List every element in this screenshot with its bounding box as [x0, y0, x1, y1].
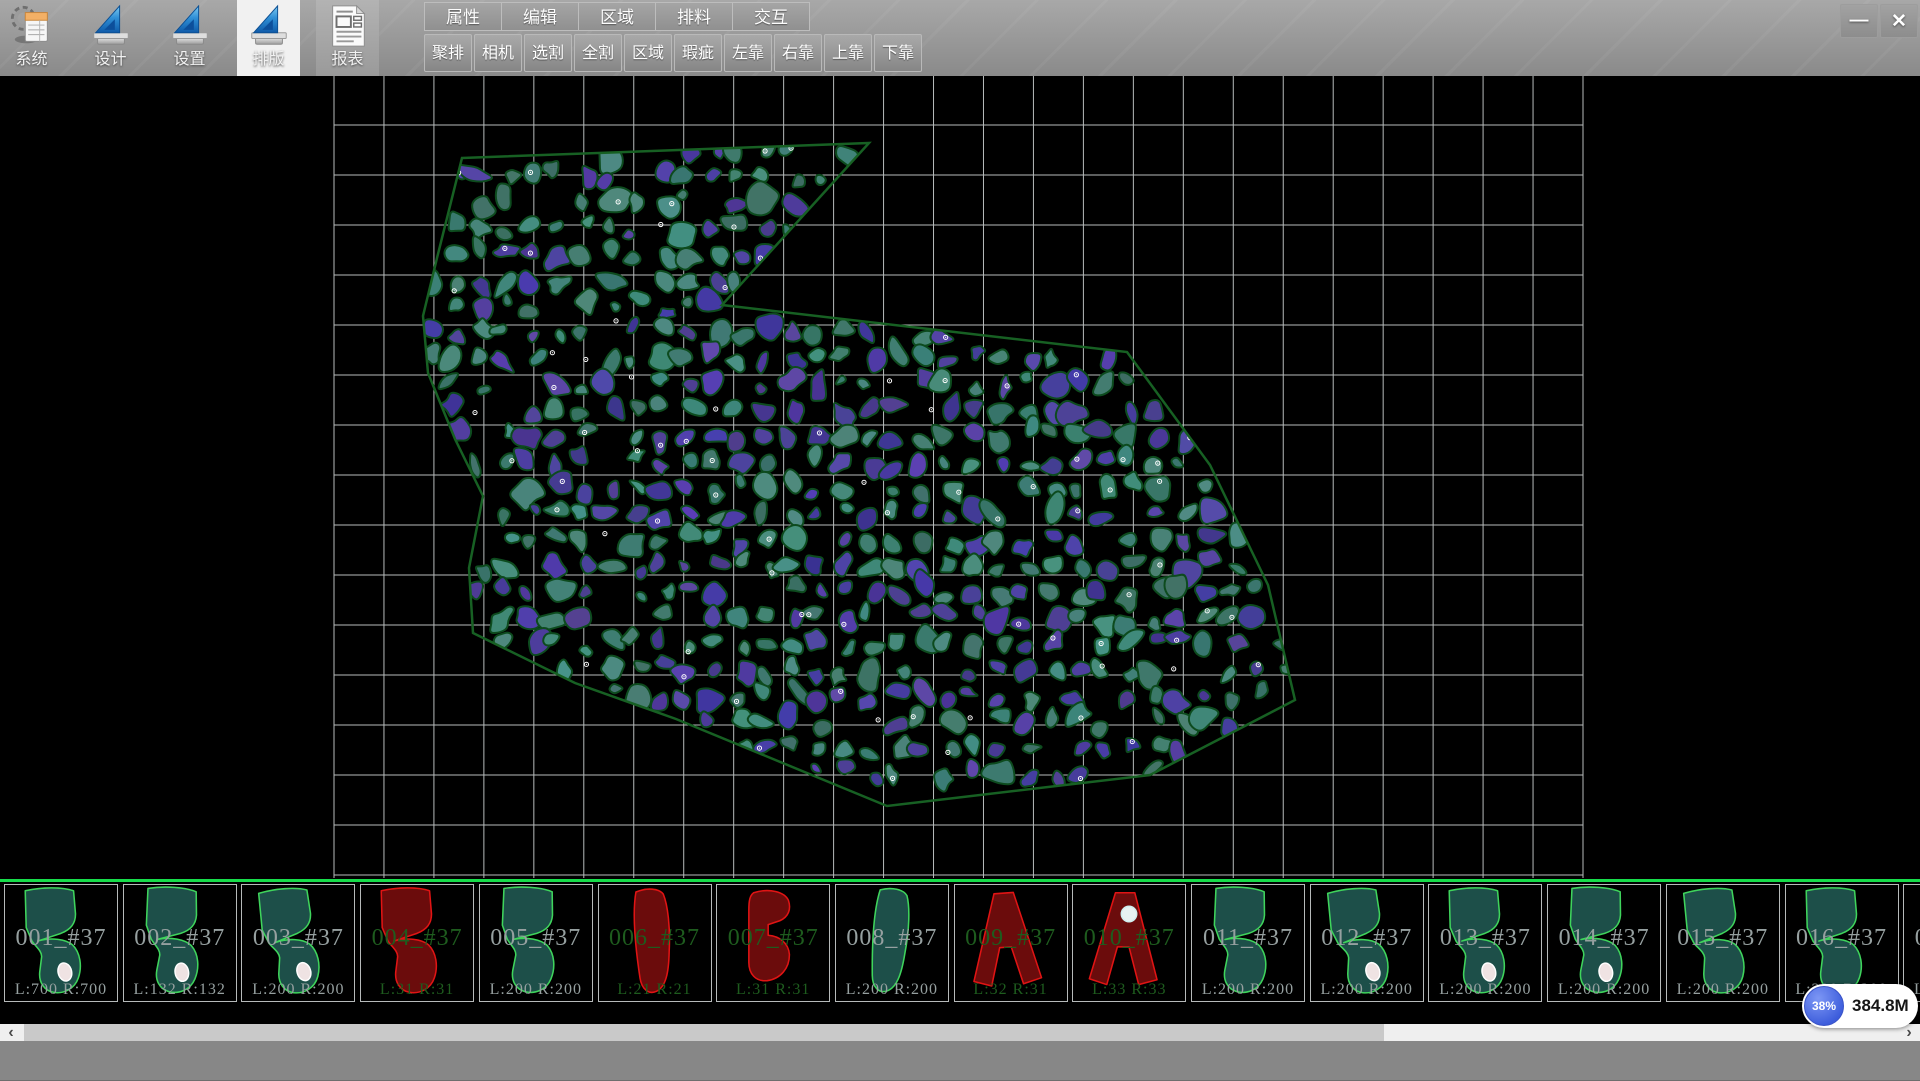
piece-lr-count: L:31 R:31 [717, 981, 829, 999]
horizontal-scrollbar[interactable]: ‹ › [0, 1024, 1920, 1041]
piece-lr-count: L:200 R:200 [480, 981, 592, 999]
piece-id: 016_#37 [1786, 925, 1898, 952]
scrollbar-thumb[interactable] [24, 1024, 1384, 1041]
set-square-icon [246, 3, 292, 49]
piece-lr-count: L:33 R:33 [1073, 981, 1185, 999]
piece-id: 012_#37 [1311, 925, 1423, 952]
piece-id: 015_#37 [1667, 925, 1779, 952]
toolbar: 系统 设计 设置 排版 报表 属性编辑区域排料交互 聚排相机选割全 [0, 0, 1920, 77]
tool-button-8[interactable]: 右靠 [774, 34, 822, 72]
piece-id: 003_#37 [242, 925, 354, 952]
piece-tile-002_#37[interactable]: 002_#37 L:132 R:132 [123, 884, 237, 1002]
app-tab-label: 设置 [173, 49, 205, 71]
tool-button-7[interactable]: 左靠 [724, 34, 772, 72]
app-tab-2[interactable]: 设计 [79, 0, 142, 76]
piece-lr-count: L:200 R:200 [242, 981, 354, 999]
app-tab-label: 设计 [94, 49, 126, 71]
piece-lr-count: L:31 R:31 [361, 981, 473, 999]
piece-id: 014_#37 [1548, 925, 1660, 952]
piece-tile-010_#37[interactable]: 010_#37 L:33 R:33 [1072, 884, 1186, 1002]
piece-id: 005_#37 [480, 925, 592, 952]
tool-button-1[interactable]: 聚排 [424, 34, 472, 72]
piece-tile-001_#37[interactable]: 001_#37 L:700 R:700 [4, 884, 118, 1002]
tool-bar: 聚排相机选割全割区域瑕疵左靠右靠上靠下靠 [424, 34, 924, 72]
gear-doc-icon [9, 3, 55, 49]
piece-tile-014_#37[interactable]: 014_#37 L:200 R:200 [1547, 884, 1661, 1002]
tool-button-5[interactable]: 区域 [624, 34, 672, 72]
piece-id: 007_#37 [717, 925, 829, 952]
close-button[interactable]: ✕ [1880, 4, 1918, 38]
app-tab-label: 系统 [15, 49, 47, 71]
piece-tile-012_#37[interactable]: 012_#37 L:200 R:200 [1310, 884, 1424, 1002]
piece-id: 004_#37 [361, 925, 473, 952]
piece-tile-017_#37[interactable]: 017_#37 L:200 R:200 [1903, 884, 1920, 1002]
piece-lr-count: L:32 R:31 [955, 981, 1067, 999]
piece-tile-003_#37[interactable]: 003_#37 L:200 R:200 [241, 884, 355, 1002]
piece-tile-004_#37[interactable]: 004_#37 L:31 R:31 [360, 884, 474, 1002]
piece-id: 017_#37 [1904, 925, 1920, 952]
piece-lr-count: L:132 R:132 [124, 981, 236, 999]
set-square-icon [88, 3, 134, 49]
app-tab-4[interactable]: 排版 [237, 0, 300, 76]
tool-button-9[interactable]: 上靠 [824, 34, 872, 72]
set-square-icon [167, 3, 213, 49]
piece-tile-007_#37[interactable]: 007_#37 L:31 R:31 [716, 884, 830, 1002]
app-tab-label: 排版 [252, 49, 284, 71]
menu-tab-3[interactable]: 区域 [578, 2, 656, 31]
status-bar [0, 1041, 1920, 1081]
minimize-button[interactable]: — [1840, 4, 1878, 38]
piece-id: 010_#37 [1073, 925, 1185, 952]
usage-percent-badge: 38% [1804, 986, 1844, 1026]
piece-tile-005_#37[interactable]: 005_#37 L:200 R:200 [479, 884, 593, 1002]
scroll-left-icon[interactable]: ‹ [0, 1024, 22, 1041]
piece-tile-008_#37[interactable]: 008_#37 L:200 R:200 [835, 884, 949, 1002]
app-nav: 系统 设计 设置 排版 报表 [0, 0, 395, 76]
piece-tile-015_#37[interactable]: 015_#37 L:200 R:200 [1666, 884, 1780, 1002]
piece-id: 006_#37 [599, 925, 711, 952]
memory-value: 384.8M [1852, 996, 1909, 1016]
app-tab-1[interactable]: 系统 [0, 0, 63, 76]
menu-tab-4[interactable]: 排料 [655, 2, 733, 31]
piece-id: 009_#37 [955, 925, 1067, 952]
piece-lr-count: L:200 R:200 [1548, 981, 1660, 999]
piece-tile-013_#37[interactable]: 013_#37 L:200 R:200 [1428, 884, 1542, 1002]
piece-lr-count: L:200 R:200 [836, 981, 948, 999]
piece-lr-count: L:700 R:700 [5, 981, 117, 999]
piece-id: 008_#37 [836, 925, 948, 952]
menu-tab-5[interactable]: 交互 [732, 2, 810, 31]
menu-bar: 属性编辑区域排料交互 [424, 2, 809, 31]
nesting-canvas[interactable] [0, 76, 1920, 879]
piece-lr-count: L:200 R:200 [1429, 981, 1541, 999]
piece-tile-009_#37[interactable]: 009_#37 L:32 R:31 [954, 884, 1068, 1002]
menu-tab-2[interactable]: 编辑 [501, 2, 579, 31]
piece-lr-count: L:200 R:200 [1667, 981, 1779, 999]
piece-lr-count: L:200 R:200 [1192, 981, 1304, 999]
window-controls: — ✕ [1838, 4, 1918, 38]
tool-button-4[interactable]: 全割 [574, 34, 622, 72]
nesting-drawing [0, 76, 1920, 879]
piece-lr-count: L:200 R:200 [1311, 981, 1423, 999]
piece-id: 013_#37 [1429, 925, 1541, 952]
piece-id: 011_#37 [1192, 925, 1304, 952]
piece-id: 001_#37 [5, 925, 117, 952]
app-tab-3[interactable]: 设置 [158, 0, 221, 76]
memory-usage-pill[interactable]: 38% 384.8M [1802, 984, 1918, 1028]
piece-tile-006_#37[interactable]: 006_#37 L:21 R:21 [598, 884, 712, 1002]
menu-tab-1[interactable]: 属性 [424, 2, 502, 31]
piece-tile-011_#37[interactable]: 011_#37 L:200 R:200 [1191, 884, 1305, 1002]
tool-button-2[interactable]: 相机 [474, 34, 522, 72]
report-doc-icon [325, 3, 371, 49]
piece-id: 002_#37 [124, 925, 236, 952]
app-tab-label: 报表 [331, 49, 363, 71]
app-tab-5[interactable]: 报表 [316, 0, 379, 76]
tool-button-6[interactable]: 瑕疵 [674, 34, 722, 72]
tool-button-3[interactable]: 选割 [524, 34, 572, 72]
pieces-strip: 001_#37 L:700 R:700 002_#37 L:132 R:132 … [0, 882, 1920, 1024]
tool-button-10[interactable]: 下靠 [874, 34, 922, 72]
usage-percent: 38% [1812, 999, 1836, 1013]
piece-lr-count: L:21 R:21 [599, 981, 711, 999]
